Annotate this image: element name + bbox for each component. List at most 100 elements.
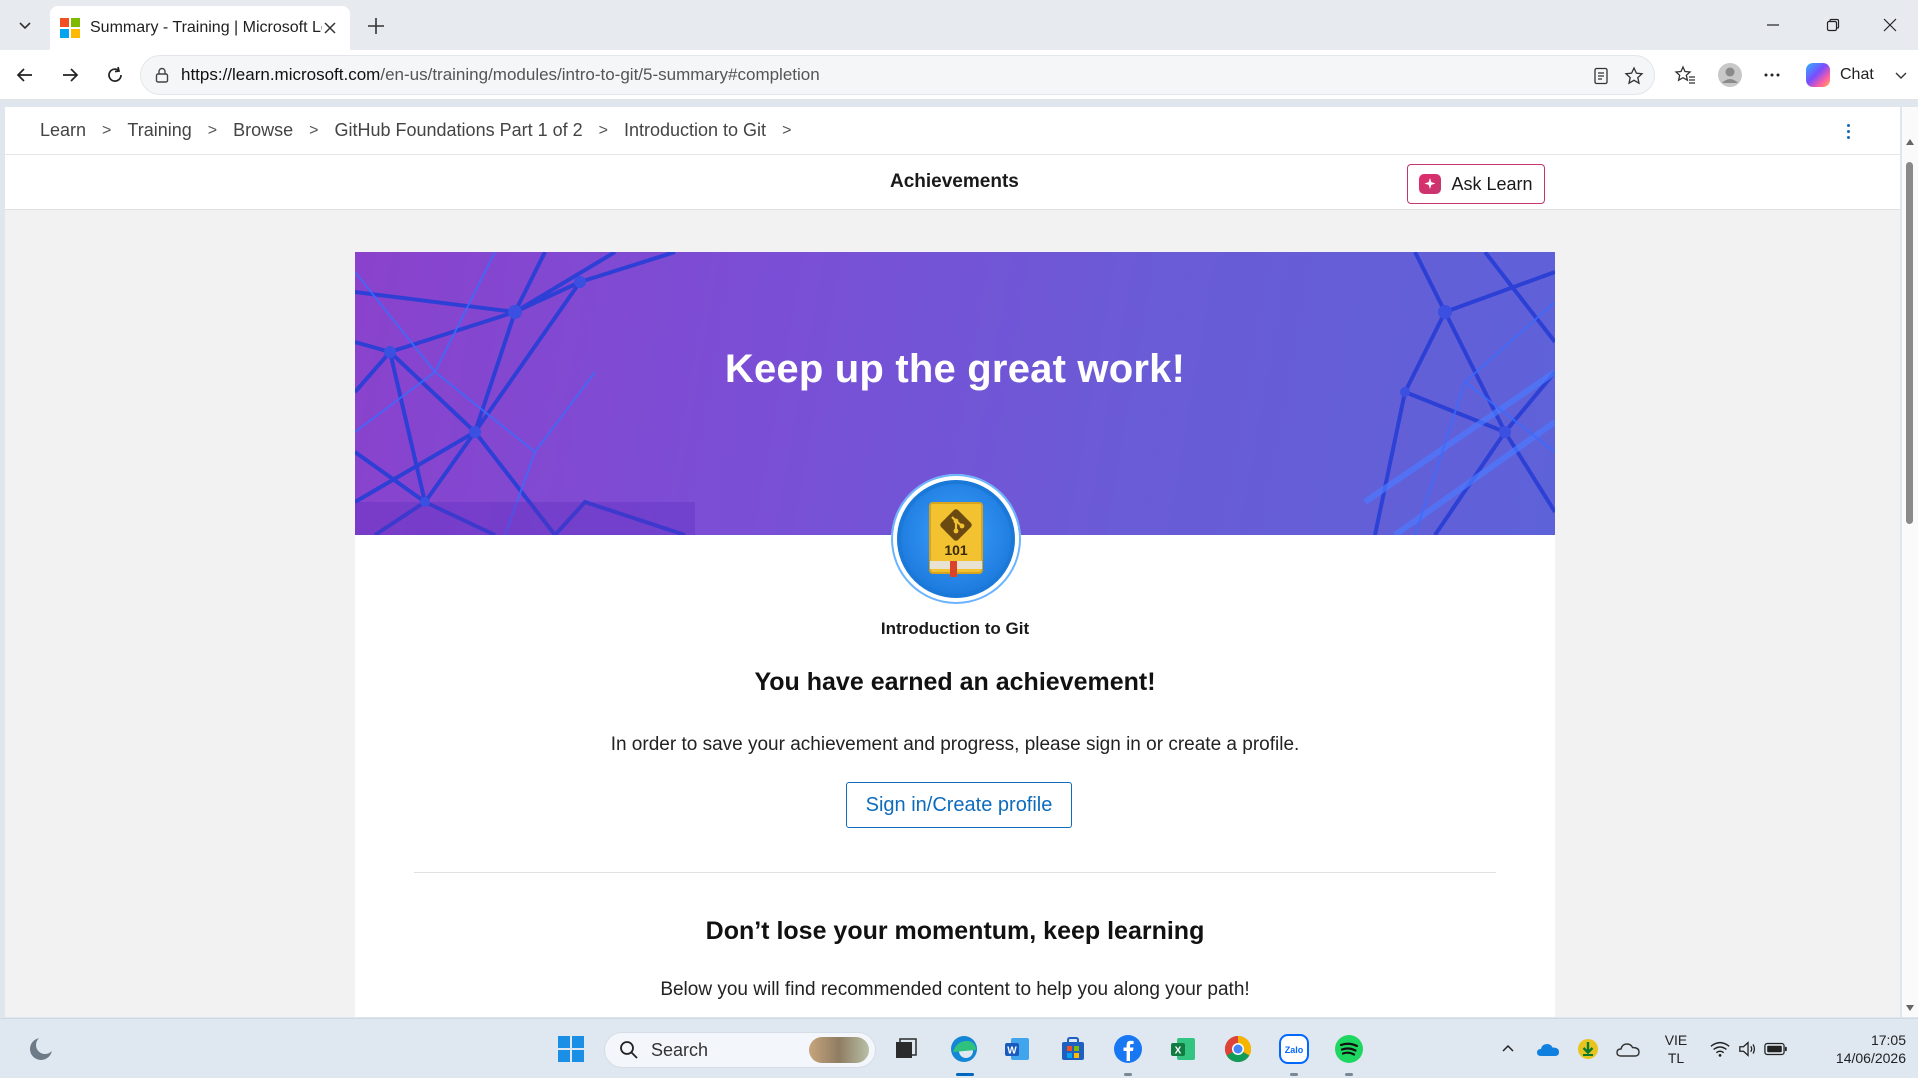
taskbar-search[interactable]: Search — [604, 1032, 876, 1068]
hero-title: Keep up the great work! — [724, 347, 1186, 391]
chevron-down-icon — [19, 22, 31, 30]
cloud-sync-tray-button[interactable] — [1615, 1033, 1641, 1065]
restore-button[interactable] — [1805, 0, 1861, 50]
more-horizontal-icon — [1764, 73, 1780, 77]
breadcrumb-learning-path[interactable]: GitHub Foundations Part 1 of 2 > — [334, 120, 624, 141]
page-scrollbar[interactable] — [1902, 107, 1918, 1017]
scroll-up-arrow-icon[interactable] — [1905, 137, 1915, 147]
update-tray-button[interactable] — [1575, 1033, 1601, 1065]
running-app-indicator — [1345, 1073, 1353, 1076]
refresh-icon — [108, 66, 122, 82]
address-bar[interactable]: https://learn.microsoft.com/en-us/traini… — [140, 55, 1655, 95]
browser-tab-active[interactable]: Summary - Training | Microsoft Learn — [50, 6, 350, 50]
show-hidden-icons-button[interactable] — [1497, 1033, 1519, 1065]
settings-more-button[interactable] — [1755, 58, 1789, 92]
momentum-heading: Don’t lose your momentum, keep learning — [705, 917, 1205, 945]
ask-learn-label: Ask Learn — [1451, 173, 1533, 194]
badge-ring: 101 — [897, 480, 1015, 598]
scroll-down-arrow-icon[interactable] — [1905, 1003, 1915, 1013]
new-tab-button[interactable] — [360, 10, 392, 42]
favorites-button[interactable] — [1668, 58, 1702, 92]
sign-in-create-profile-button[interactable]: Sign in/Create profile — [846, 782, 1072, 828]
breadcrumb-training[interactable]: Training > — [127, 120, 233, 141]
close-window-button[interactable] — [1862, 0, 1918, 50]
cloud-icon — [1616, 1043, 1640, 1057]
url-path: /en-us/training/modules/intro-to-git/5-s… — [380, 65, 820, 84]
zalo-taskbar-button[interactable]: Zalo — [1278, 1033, 1310, 1065]
tab-title: Summary - Training | Microsoft Learn — [90, 19, 322, 36]
favorite-button[interactable] — [1622, 64, 1646, 88]
back-button[interactable] — [8, 58, 42, 92]
svg-text:Zalo: Zalo — [1285, 1045, 1304, 1055]
minimize-button[interactable] — [1745, 0, 1801, 50]
sparkle-icon — [1419, 174, 1442, 194]
url-text[interactable]: https://learn.microsoft.com/en-us/traini… — [181, 65, 820, 85]
tab-close-button[interactable] — [320, 18, 340, 38]
copilot-chat-button[interactable]: Chat — [1800, 58, 1910, 92]
wifi-icon — [1710, 1041, 1730, 1057]
search-highlight-image — [809, 1037, 869, 1063]
edge-browser-icon — [951, 1036, 977, 1062]
chat-label: Chat — [1840, 66, 1874, 83]
system-clock[interactable]: 17:05 14/06/2026 — [1810, 1031, 1906, 1067]
chevron-down-icon — [1895, 72, 1907, 79]
arrow-right-icon — [63, 68, 79, 82]
web-page: Learn > Training > Browse > GitHub Foundati… — [5, 107, 1900, 1017]
reading-view-button[interactable] — [1589, 64, 1613, 88]
achievement-description: In order to save your achievement and pr… — [610, 734, 1300, 755]
close-icon — [1883, 18, 1897, 32]
scrollbar-thumb[interactable] — [1906, 162, 1913, 524]
module-badge: 101 — [891, 474, 1021, 604]
store-taskbar-button[interactable] — [1057, 1033, 1089, 1065]
recommendation-text: Below you will find recommended content … — [660, 979, 1250, 1000]
start-button[interactable] — [555, 1033, 587, 1065]
onedrive-tray-button[interactable] — [1535, 1033, 1561, 1065]
windows-taskbar: Search W X Zalo VIE TL 17:05 14/06/2026 — [0, 1018, 1918, 1078]
active-app-indicator — [956, 1073, 974, 1076]
download-shield-icon — [1578, 1039, 1598, 1059]
forward-button[interactable] — [53, 58, 87, 92]
chrome-taskbar-button[interactable] — [1222, 1033, 1254, 1065]
input-language-indicator[interactable]: VIE TL — [1658, 1031, 1694, 1067]
more-vertical-icon[interactable] — [1838, 121, 1858, 141]
spotify-taskbar-button[interactable] — [1333, 1033, 1365, 1065]
microsoft-logo-icon — [60, 18, 80, 38]
badge-text: 101 — [944, 542, 968, 558]
taskbar-search-label: Search — [651, 1039, 709, 1060]
breadcrumb-module[interactable]: Introduction to Git > — [624, 120, 807, 141]
clock-date: 14/06/2026 — [1835, 1050, 1906, 1066]
weather-moon-icon — [30, 1036, 54, 1060]
breadcrumb-browse[interactable]: Browse > — [233, 120, 334, 141]
task-view-button[interactable] — [890, 1033, 922, 1065]
refresh-button[interactable] — [98, 58, 132, 92]
excel-taskbar-button[interactable]: X — [1167, 1033, 1199, 1065]
ask-learn-button[interactable]: Ask Learn — [1407, 164, 1545, 204]
avatar-icon — [1718, 63, 1742, 87]
microsoft-store-icon — [1062, 1037, 1084, 1060]
browser-toolbar: https://learn.microsoft.com/en-us/traini… — [0, 50, 1918, 100]
onedrive-cloud-icon — [1537, 1044, 1559, 1056]
word-taskbar-button[interactable]: W — [1001, 1033, 1033, 1065]
svg-text:W: W — [1007, 1046, 1017, 1057]
close-icon — [324, 22, 336, 34]
breadcrumb: Learn > Training > Browse > GitHub Foundati… — [5, 107, 1900, 155]
plus-icon — [368, 18, 384, 34]
minimize-icon — [1767, 24, 1779, 26]
arrow-left-icon — [16, 68, 32, 82]
widgets-button[interactable] — [25, 1033, 57, 1065]
achievement-card: Keep up the great work! 101 Introduction… — [355, 252, 1555, 1017]
task-view-icon — [896, 1038, 917, 1058]
favorites-icon — [1674, 65, 1695, 84]
lock-icon[interactable] — [153, 66, 171, 84]
url-host: https://learn.microsoft.com — [181, 65, 381, 84]
profile-button[interactable] — [1713, 58, 1747, 92]
facebook-taskbar-button[interactable] — [1112, 1033, 1144, 1065]
breadcrumb-learn[interactable]: Learn > — [40, 120, 127, 141]
quick-settings-button[interactable] — [1710, 1033, 1788, 1065]
volume-icon — [1739, 1041, 1756, 1057]
battery-icon — [1764, 1042, 1788, 1056]
tab-actions-menu-button[interactable] — [8, 9, 42, 41]
edge-taskbar-button[interactable] — [948, 1033, 980, 1065]
restore-icon — [1826, 18, 1840, 32]
module-name: Introduction to Git — [880, 619, 1030, 638]
